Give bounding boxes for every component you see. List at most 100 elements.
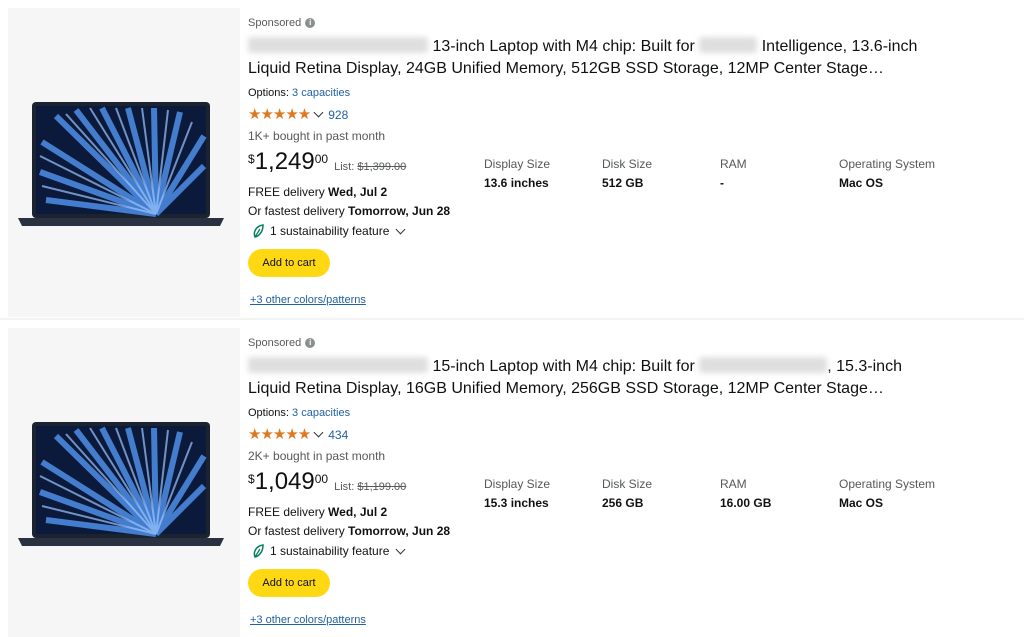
rating-count[interactable]: 434 — [328, 428, 348, 442]
sustainability-text: 1 sustainability feature — [270, 224, 390, 238]
sustainability-text: 1 sustainability feature — [270, 544, 390, 558]
sustainability-feature[interactable]: 1 sustainability feature — [253, 544, 406, 558]
redacted-text — [248, 357, 428, 373]
options-label: Options: — [248, 87, 289, 99]
spec-value: Mac OS — [839, 176, 884, 190]
spec-ram: RAM 16.00 GB — [720, 477, 840, 510]
spec-operating-system: Operating System Mac OS — [839, 477, 959, 510]
info-icon[interactable]: i — [305, 338, 316, 348]
fastest-delivery: Or fastest delivery Tomorrow, Jun 28 — [248, 204, 450, 218]
options-link[interactable]: 3 capacities — [292, 87, 350, 99]
laptop-image — [18, 102, 224, 226]
spec-label: Disk Size — [602, 157, 653, 171]
list-price-value: $1,199.00 — [357, 481, 407, 493]
spec-value: - — [720, 176, 724, 190]
product-title[interactable]: 13-inch Laptop with M4 chip: Built for I… — [248, 36, 968, 80]
spec-label: Operating System — [839, 477, 936, 491]
list-price-label: List: — [334, 161, 355, 173]
product-image[interactable] — [8, 328, 240, 637]
list-price-label: List: — [334, 481, 355, 493]
sponsored-label[interactable]: Sponsored i — [248, 337, 316, 349]
spec-label: RAM — [720, 157, 747, 171]
price-fraction: 00 — [314, 152, 329, 166]
list-price: List: $1,199.00 — [334, 481, 406, 493]
title-text-1: 13-inch Laptop with M4 chip: Built for — [432, 38, 695, 55]
star-rating-icon[interactable]: ★★★★★ — [248, 427, 311, 442]
chevron-down-icon[interactable] — [313, 427, 324, 438]
bought-count: 2K+ bought in past month — [248, 449, 386, 463]
delivery-label: FREE delivery — [248, 185, 325, 199]
delivery-date: Wed, Jul 2 — [328, 185, 388, 199]
other-colors-link[interactable]: +3 other colors/patterns — [250, 294, 366, 306]
product-image[interactable] — [8, 8, 240, 317]
spec-label: Operating System — [839, 157, 936, 171]
options-link[interactable]: 3 capacities — [292, 407, 350, 419]
price-currency: $ — [248, 472, 255, 486]
chevron-down-icon[interactable] — [395, 544, 406, 554]
free-delivery: FREE delivery Wed, Jul 2 — [248, 505, 387, 519]
title-text-3: Liquid Retina Display, 16GB Unified Memo… — [248, 380, 884, 397]
delivery-label: FREE delivery — [248, 505, 325, 519]
list-price: List: $1,399.00 — [334, 161, 406, 173]
other-colors-link[interactable]: +3 other colors/patterns — [250, 614, 366, 626]
list-price-value: $1,399.00 — [357, 161, 407, 173]
add-to-cart-button[interactable]: Add to cart — [248, 569, 330, 597]
laptop-image — [18, 422, 224, 546]
sustainability-feature[interactable]: 1 sustainability feature — [253, 224, 406, 238]
bought-count: 1K+ bought in past month — [248, 129, 386, 143]
options-row: Options: 3 capacities — [248, 407, 350, 419]
spec-value: 256 GB — [602, 496, 644, 510]
spec-value: 13.6 inches — [484, 176, 549, 190]
spec-label: Display Size — [484, 157, 551, 171]
sponsored-label[interactable]: Sponsored i — [248, 17, 316, 29]
info-icon[interactable]: i — [305, 18, 316, 28]
title-text-3: Liquid Retina Display, 24GB Unified Memo… — [248, 60, 884, 77]
delivery-date: Wed, Jul 2 — [328, 505, 388, 519]
spec-disk-size: Disk Size 256 GB — [602, 477, 722, 510]
spec-label: Display Size — [484, 477, 551, 491]
spec-operating-system: Operating System Mac OS — [839, 157, 959, 190]
leaf-icon — [253, 224, 264, 238]
product-card: Sponsored i 13-inch Laptop with M4 chip:… — [8, 8, 1022, 317]
rating-row[interactable]: ★★★★★ 434 — [248, 427, 348, 442]
sponsored-text: Sponsored — [248, 17, 302, 29]
spec-value: Mac OS — [839, 496, 884, 510]
product-card: Sponsored i 15-inch Laptop with M4 chip:… — [8, 328, 1022, 637]
free-delivery: FREE delivery Wed, Jul 2 — [248, 185, 387, 199]
price-currency: $ — [248, 152, 255, 166]
spec-value: 15.3 inches — [484, 496, 549, 510]
spec-value: 512 GB — [602, 176, 644, 190]
rating-count[interactable]: 928 — [328, 108, 348, 122]
sponsored-text: Sponsored — [248, 337, 302, 349]
spec-disk-size: Disk Size 512 GB — [602, 157, 722, 190]
redacted-text — [248, 37, 428, 53]
options-row: Options: 3 capacities — [248, 87, 350, 99]
fast-delivery-label: Or fastest delivery — [248, 204, 345, 218]
title-text-1: 15-inch Laptop with M4 chip: Built for — [432, 358, 695, 375]
price-whole: 1,249 — [254, 148, 315, 175]
chevron-down-icon[interactable] — [395, 224, 406, 234]
spec-label: Disk Size — [602, 477, 653, 491]
add-to-cart-button[interactable]: Add to cart — [248, 249, 330, 277]
title-text-2: Intelligence, 13.6-inch — [761, 38, 918, 55]
price[interactable]: $ 1,249 00 List: $1,399.00 — [248, 148, 406, 176]
rating-row[interactable]: ★★★★★ 928 — [248, 107, 348, 122]
redacted-text — [699, 357, 828, 373]
divider — [0, 318, 1024, 320]
fast-delivery-date: Tomorrow, Jun 28 — [348, 204, 451, 218]
options-label: Options: — [248, 407, 289, 419]
price-fraction: 00 — [314, 472, 329, 486]
spec-display-size: Display Size 15.3 inches — [484, 477, 604, 510]
price[interactable]: $ 1,049 00 List: $1,199.00 — [248, 468, 406, 496]
spec-label: RAM — [720, 477, 747, 491]
spec-display-size: Display Size 13.6 inches — [484, 157, 604, 190]
spec-value: 16.00 GB — [720, 496, 772, 510]
fast-delivery-date: Tomorrow, Jun 28 — [348, 524, 451, 538]
title-text-2: , 15.3-inch — [827, 358, 902, 375]
product-title[interactable]: 15-inch Laptop with M4 chip: Built for ,… — [248, 356, 968, 400]
star-rating-icon[interactable]: ★★★★★ — [248, 107, 311, 122]
redacted-text — [699, 37, 758, 53]
spec-ram: RAM - — [720, 157, 840, 190]
fastest-delivery: Or fastest delivery Tomorrow, Jun 28 — [248, 524, 450, 538]
chevron-down-icon[interactable] — [313, 107, 324, 118]
